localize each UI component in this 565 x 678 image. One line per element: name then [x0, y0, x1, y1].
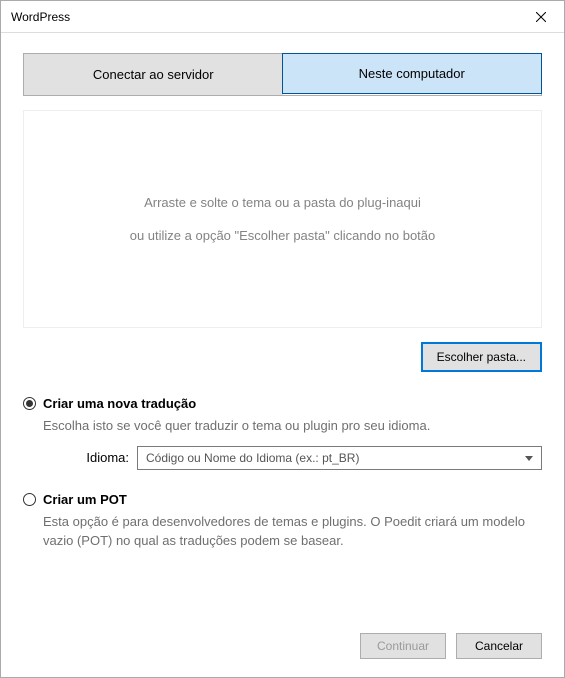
tab-this-computer[interactable]: Neste computador: [282, 53, 543, 94]
choose-folder-row: Escolher pasta...: [23, 342, 542, 372]
wordpress-dialog: WordPress Conectar ao servidor Neste com…: [0, 0, 565, 678]
language-label: Idioma:: [43, 450, 129, 465]
radio-row-create-pot[interactable]: Criar um POT: [23, 492, 542, 507]
dialog-button-row: Continuar Cancelar: [23, 623, 542, 659]
titlebar: WordPress: [1, 1, 564, 33]
option-new-translation: Criar uma nova tradução Escolha isto se …: [23, 396, 542, 470]
drop-zone[interactable]: Arraste e solte o tema ou a pasta do plu…: [23, 110, 542, 328]
continue-button[interactable]: Continuar: [360, 633, 446, 659]
desc-create-pot: Esta opção é para desenvolvedores de tem…: [43, 513, 542, 551]
language-select[interactable]: Código ou Nome do Idioma (ex.: pt_BR): [137, 446, 542, 470]
language-row: Idioma: Código ou Nome do Idioma (ex.: p…: [43, 446, 542, 470]
radio-row-new-translation[interactable]: Criar uma nova tradução: [23, 396, 542, 411]
radio-new-translation[interactable]: [23, 397, 36, 410]
radio-label-create-pot: Criar um POT: [43, 492, 127, 507]
desc-new-translation: Escolha isto se você quer traduzir o tem…: [43, 417, 542, 436]
close-button[interactable]: [518, 1, 564, 33]
language-placeholder: Código ou Nome do Idioma (ex.: pt_BR): [146, 451, 359, 465]
tab-bar: Conectar ao servidor Neste computador: [23, 53, 542, 96]
dropzone-text-2: ou utilize a opção "Escolher pasta" clic…: [130, 228, 436, 243]
tab-connect-server[interactable]: Conectar ao servidor: [24, 54, 283, 95]
option-create-pot: Criar um POT Esta opção é para desenvolv…: [23, 492, 542, 561]
dialog-content: Conectar ao servidor Neste computador Ar…: [1, 33, 564, 677]
dropzone-text-1: Arraste e solte o tema ou a pasta do plu…: [144, 195, 421, 210]
radio-label-new-translation: Criar uma nova tradução: [43, 396, 196, 411]
choose-folder-button[interactable]: Escolher pasta...: [421, 342, 542, 372]
close-icon: [536, 12, 546, 22]
cancel-button[interactable]: Cancelar: [456, 633, 542, 659]
window-title: WordPress: [11, 10, 518, 24]
radio-create-pot[interactable]: [23, 493, 36, 506]
